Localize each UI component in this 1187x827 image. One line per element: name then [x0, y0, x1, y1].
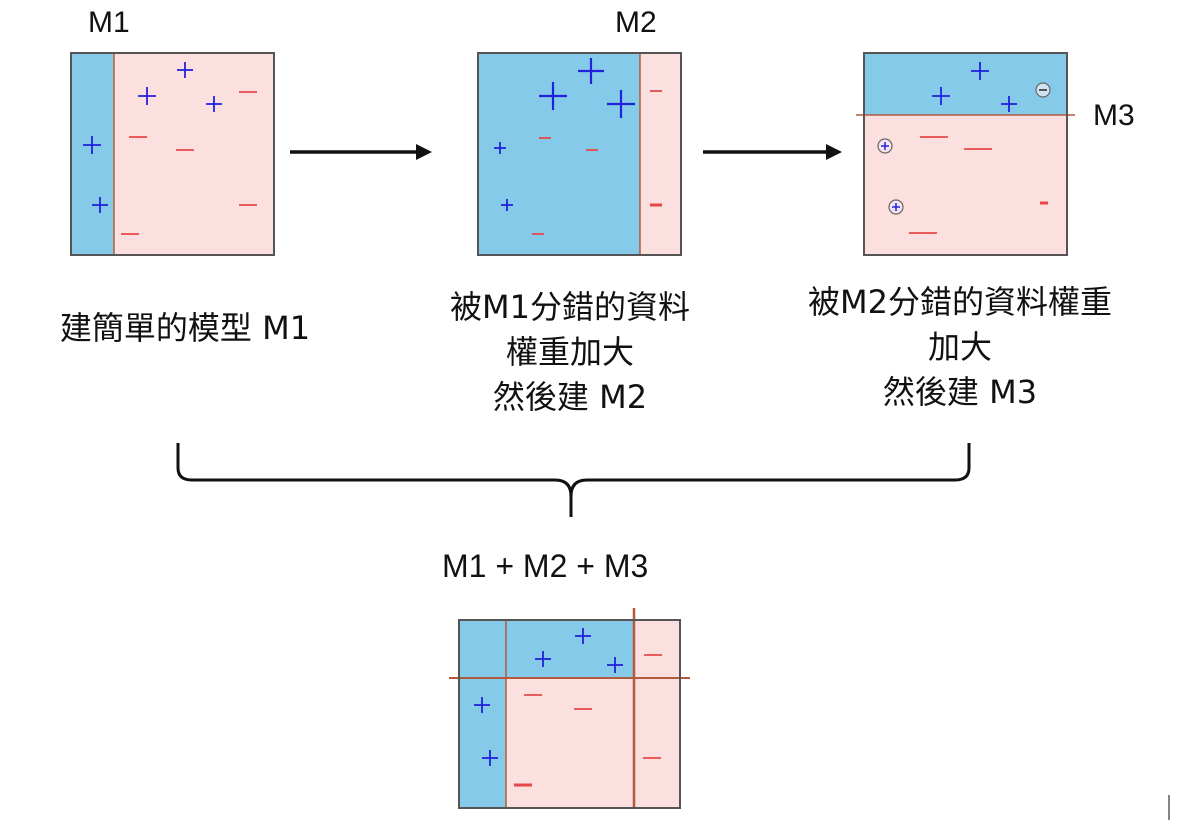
misclassified-positive-point: [877, 138, 893, 154]
m3-positive-region: [864, 53, 1067, 115]
panel-m1: [70, 52, 275, 256]
combined-positive-top-region: [459, 620, 634, 678]
arrow-m1-to-m2: [290, 144, 432, 160]
misclassified-negative-point: [1035, 82, 1051, 98]
m2-negative-region: [640, 53, 681, 255]
grouping-brace: [176, 443, 971, 517]
diagram-canvas: [70, 52, 1170, 820]
panel-combined: [449, 608, 690, 809]
arrow-m2-to-m3: [703, 144, 842, 160]
misclassified-positive-point: [888, 199, 904, 215]
panel-m3: [856, 52, 1075, 256]
panel-m2: [477, 52, 682, 256]
